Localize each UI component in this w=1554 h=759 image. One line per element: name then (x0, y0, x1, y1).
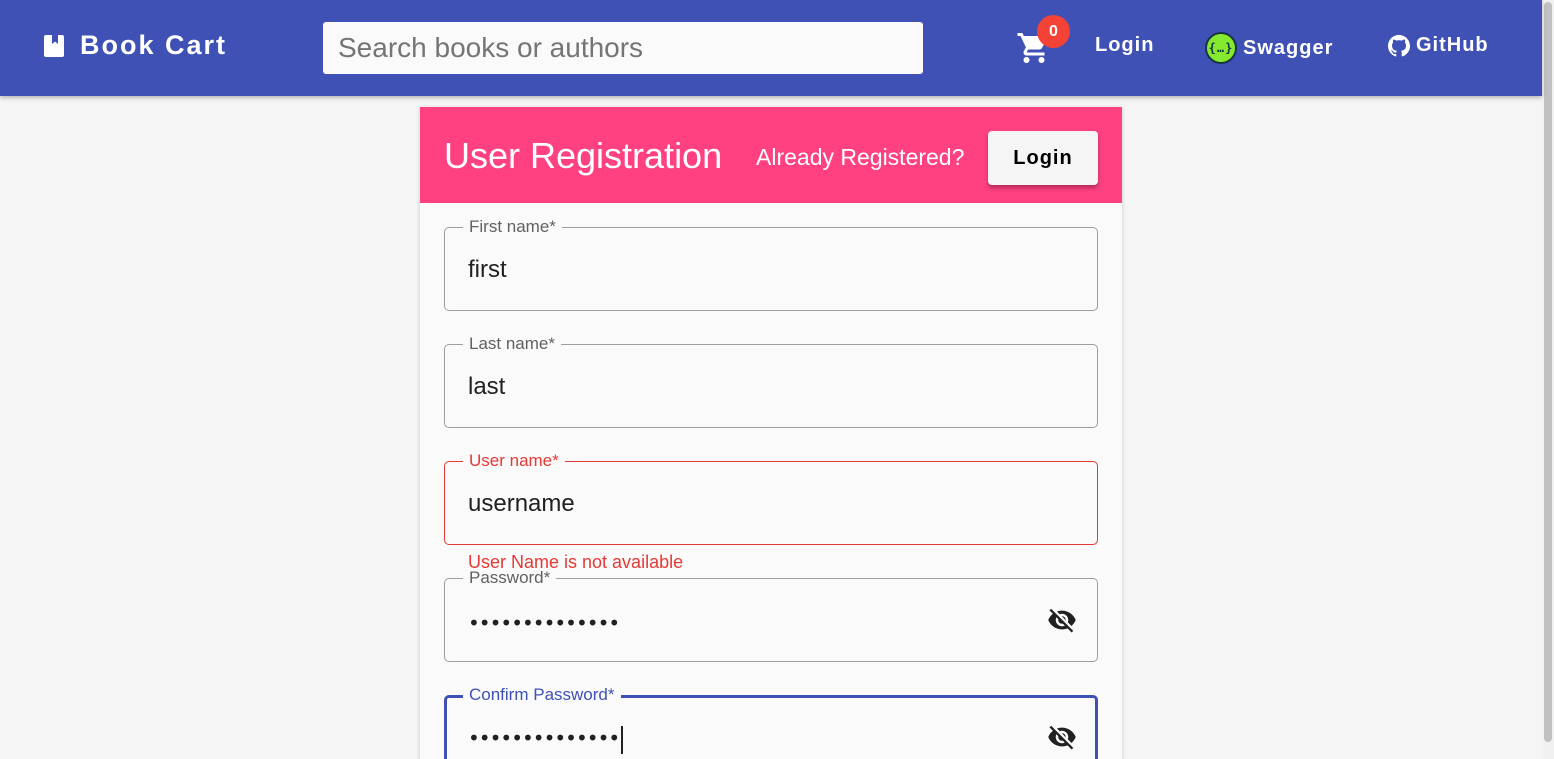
registration-header: User Registration Already Registered? Lo… (420, 107, 1122, 203)
page-title: User Registration (444, 135, 723, 176)
password-field[interactable]: Password* •••••••••••••• (444, 568, 1098, 662)
github-icon (1388, 34, 1410, 56)
confirm-password-field[interactable]: Confirm Password* •••••••••••••• (444, 685, 1098, 759)
login-nav-label: Login (1095, 34, 1155, 56)
home-link[interactable]: Book Cart (44, 30, 227, 61)
visibility-off-icon (1048, 608, 1076, 633)
top-toolbar: Book Cart 0 Login {…} Swagger GitHub (0, 0, 1542, 96)
cart-count-badge: 0 (1037, 15, 1070, 48)
login-nav-button[interactable]: Login (1095, 34, 1154, 57)
user-name-value: username (468, 490, 575, 517)
search-input[interactable] (323, 22, 923, 74)
toggle-password-visibility-button[interactable] (1045, 605, 1079, 635)
page-scrollbar[interactable] (1542, 0, 1554, 759)
swagger-nav-label: Swagger (1243, 36, 1334, 59)
password-value: •••••••••••••• (468, 611, 620, 635)
registration-card: User Registration Already Registered? Lo… (420, 107, 1122, 759)
first-name-field[interactable]: First name* first (444, 217, 1098, 311)
swagger-nav-button[interactable]: {…} Swagger (1205, 32, 1333, 64)
github-nav-button[interactable]: GitHub (1388, 34, 1489, 57)
swagger-icon: {…} (1205, 32, 1237, 64)
first-name-label: First name* (463, 217, 562, 237)
already-registered-text: Already Registered? (756, 144, 965, 170)
last-name-value: last (468, 373, 506, 400)
visibility-off-icon (1048, 725, 1076, 750)
first-name-value: first (468, 256, 507, 283)
book-icon (44, 34, 64, 57)
scrollbar-thumb[interactable] (1544, 2, 1552, 742)
confirm-password-dots: •••••••••••••• (468, 726, 620, 750)
github-nav-label: GitHub (1416, 34, 1489, 56)
toggle-confirm-password-visibility-button[interactable] (1045, 722, 1079, 752)
login-button[interactable]: Login (988, 131, 1098, 185)
user-name-field[interactable]: User name* username (444, 451, 1098, 545)
last-name-label: Last name* (463, 334, 561, 354)
brand-title: Book Cart (80, 30, 228, 60)
confirm-password-label: Confirm Password* (463, 685, 621, 705)
last-name-field[interactable]: Last name* last (444, 334, 1098, 428)
user-name-error-message: User Name is not available (468, 552, 684, 572)
text-caret (621, 725, 624, 754)
confirm-password-value: •••••••••••••• (468, 724, 624, 754)
user-name-label: User name* (463, 451, 565, 471)
